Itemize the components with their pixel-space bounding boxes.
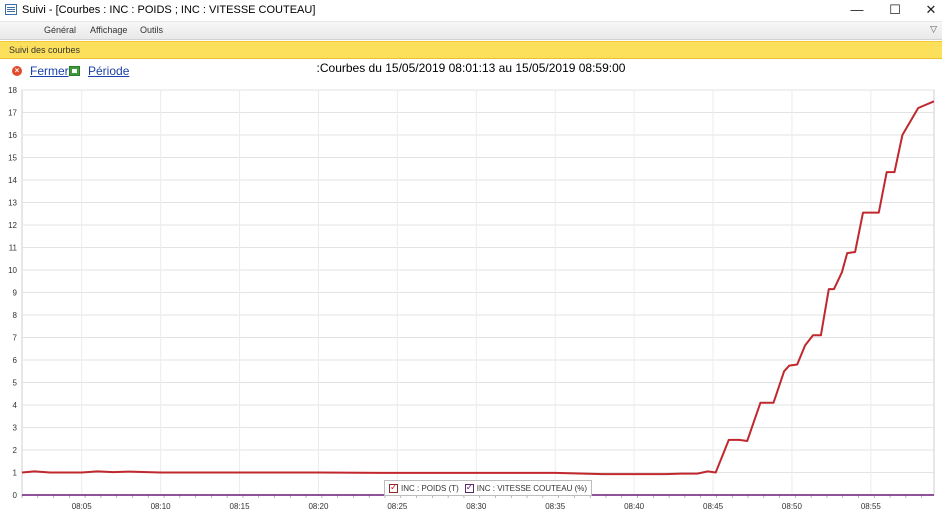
y-tick-label: 1 [13,469,18,478]
y-tick-label: 7 [13,334,18,343]
chevron-down-icon[interactable]: ▽ [930,24,937,35]
x-tick-label: 08:55 [861,502,882,511]
line-chart: 012345678910111213141516171808:05 08:10 08… [8,86,935,511]
close-window-button[interactable]: ✕ [914,0,942,21]
minimize-button[interactable]: — [840,0,874,21]
y-tick-label: 13 [8,199,17,208]
legend-item-poids[interactable]: INC : POIDS (T) [389,482,459,493]
panel-label: Suivi des courbes [9,45,81,55]
y-tick-label: 16 [8,131,17,140]
y-tick-label: 11 [9,244,18,253]
y-tick-label: 8 [13,311,18,320]
y-tick-label: 12 [8,221,17,230]
x-tick-label: 08:05 [72,502,93,511]
window-title: Suivi - [Courbes : INC : POIDS ; INC : V… [22,4,316,16]
y-tick-label: 3 [13,424,18,433]
chart-title: :Courbes du 15/05/2019 08:01:13 au 15/05… [0,61,942,75]
menu-general[interactable]: Général [44,25,76,35]
y-tick-label: 4 [13,401,18,410]
y-tick-label: 15 [8,154,17,163]
chart-legend: INC : POIDS (T) INC : VITESSE COUTEAU (%… [384,480,593,496]
app-icon [5,4,17,15]
y-tick-label: 18 [8,86,17,95]
menu-affichage[interactable]: Affichage [90,25,127,35]
x-tick-label: 08:15 [230,502,251,511]
y-tick-label: 17 [8,109,17,118]
panel-header: Suivi des courbes [0,41,942,59]
x-tick-label: 08:10 [151,502,172,511]
y-tick-label: 6 [13,356,18,365]
x-tick-label: 08:35 [545,502,566,511]
legend-label-vitesse: INC : VITESSE COUTEAU (%) [476,483,588,493]
x-tick-label: 08:50 [782,502,803,511]
x-tick-label: 08:45 [703,502,724,511]
legend-item-vitesse[interactable]: INC : VITESSE COUTEAU (%) [464,482,588,493]
legend-label-poids: INC : POIDS (T) [401,483,459,493]
y-tick-label: 14 [8,176,17,185]
checkbox-icon[interactable] [464,482,474,493]
x-tick-label: 08:30 [466,502,487,511]
x-tick-label: 08:40 [624,502,645,511]
title-bar: Suivi - [Courbes : INC : POIDS ; INC : V… [0,0,942,22]
chart-title-text: :Courbes du 15/05/2019 08:01:13 au 15/05… [316,61,626,75]
checkbox-icon[interactable] [389,482,398,493]
y-tick-label: 10 [8,266,17,275]
menu-outils[interactable]: Outils [140,25,163,35]
x-tick-label: 08:25 [387,502,408,511]
y-tick-label: 2 [13,446,18,455]
x-tick-label: 08:20 [308,502,329,511]
y-tick-label: 0 [13,491,18,500]
y-tick-label: 9 [13,289,18,298]
y-tick-label: 5 [13,379,18,388]
maximize-button[interactable]: ☐ [878,0,912,21]
menu-bar: Général Affichage Outils ▽ [0,22,942,40]
